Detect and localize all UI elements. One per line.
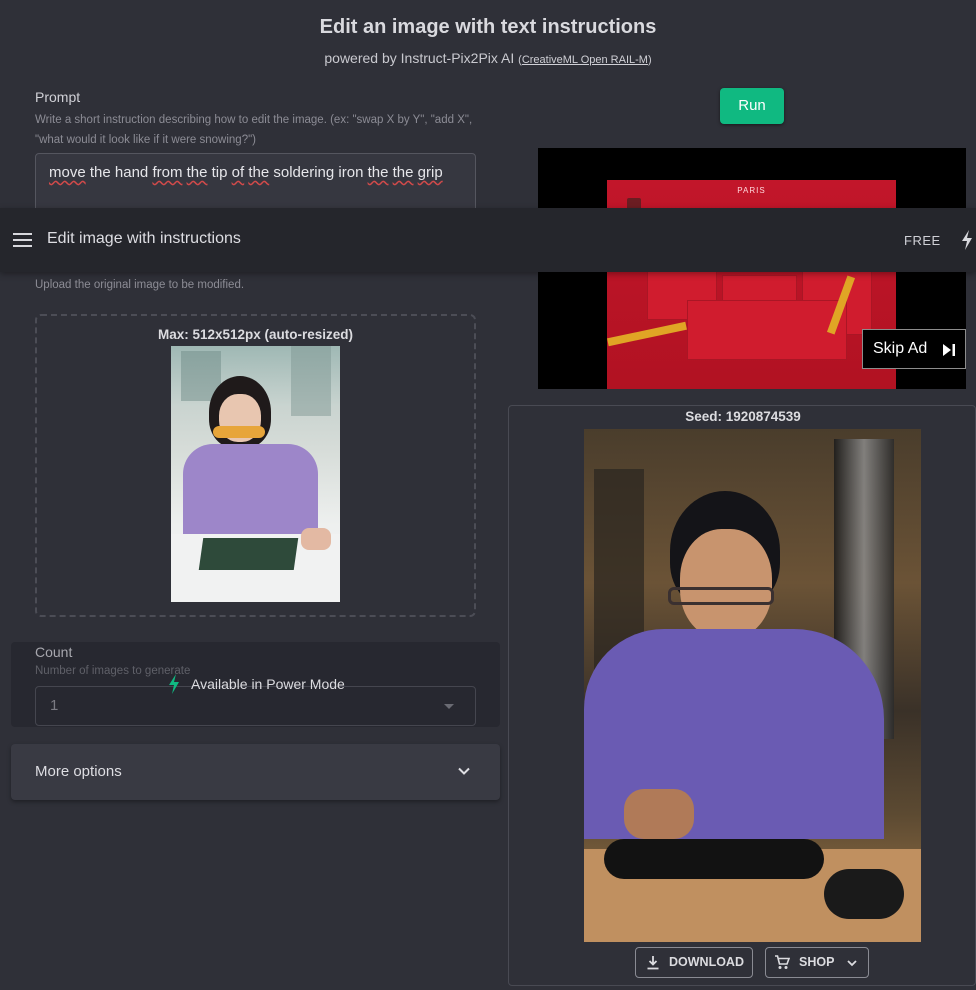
download-label: DOWNLOAD <box>669 955 744 969</box>
power-mode-text: Available in Power Mode <box>191 676 345 692</box>
license-wrapper: (CreativeML Open RAIL-M) <box>518 54 652 66</box>
chevron-down-icon[interactable] <box>846 957 858 969</box>
ad-brand-text: PARIS <box>737 186 766 195</box>
plan-badge[interactable]: FREE <box>904 233 941 248</box>
page-title: Edit an image with text instructions <box>319 16 657 38</box>
skip-ad-button[interactable]: Skip Ad <box>862 329 966 369</box>
hamburger-menu-icon[interactable] <box>13 233 32 247</box>
seed-label: Seed: 1920874539 <box>685 409 801 424</box>
prompt-word: iron <box>338 164 364 181</box>
count-select: 1 <box>35 686 476 726</box>
count-label: Count <box>35 644 73 660</box>
prompt-word: grip <box>417 164 443 181</box>
prompt-word: from <box>152 164 183 181</box>
prompt-word: soldering <box>273 164 335 181</box>
prompt-word: the <box>248 164 270 181</box>
cart-icon <box>775 955 790 969</box>
shop-button[interactable]: SHOP <box>765 947 869 978</box>
nav-title: Edit image with instructions <box>47 230 241 247</box>
prompt-word: the <box>367 164 389 181</box>
prompt-word: tip <box>211 164 228 181</box>
top-navbar: Edit image with instructions FREE <box>0 208 976 272</box>
upload-help-text: Upload the original image to be modified… <box>35 279 245 291</box>
subtitle-text: powered by Instruct-Pix2Pix AI <box>324 50 515 66</box>
prompt-word: the <box>89 164 111 181</box>
license-link[interactable]: CreativeML Open RAIL-M <box>522 54 648 66</box>
prompt-word: hand <box>114 164 149 181</box>
shop-label: SHOP <box>799 955 835 969</box>
lightning-bolt-icon <box>169 674 179 694</box>
count-panel: Count Number of images to generate 1 Ava… <box>11 642 500 727</box>
skip-next-icon <box>943 344 955 356</box>
more-options-label: More options <box>35 763 122 780</box>
download-button[interactable]: DOWNLOAD <box>635 947 753 978</box>
prompt-label: Prompt <box>35 89 81 105</box>
prompt-word: the <box>392 164 414 181</box>
prompt-word: move <box>49 164 86 181</box>
prompt-help-text: Write a short instruction describing how… <box>35 114 473 146</box>
dropdown-caret-icon <box>444 704 454 709</box>
run-button[interactable]: Run <box>720 88 784 124</box>
ad-gift-box <box>687 300 847 360</box>
result-panel: Seed: 1920874539 DOWNLOAD SHOP <box>508 405 976 986</box>
prompt-text: move the hand from the tip of the solder… <box>49 164 443 181</box>
prompt-word: of <box>231 164 245 181</box>
download-icon <box>647 956 659 970</box>
lightning-bolt-icon[interactable] <box>960 230 974 250</box>
more-options-accordion[interactable]: More options <box>11 744 500 800</box>
prompt-textarea[interactable]: move the hand from the tip of the solder… <box>35 153 476 213</box>
result-image <box>584 429 921 942</box>
uploaded-image <box>171 346 340 602</box>
ad-ribbon <box>607 321 687 347</box>
chevron-down-icon <box>458 767 470 775</box>
image-dropzone[interactable]: Max: 512x512px (auto-resized) <box>35 314 476 617</box>
count-value: 1 <box>50 697 59 714</box>
prompt-word: the <box>186 164 208 181</box>
upload-size-hint: Max: 512x512px (auto-resized) <box>157 327 354 342</box>
page-subtitle: powered by Instruct-Pix2Pix AI (Creative… <box>0 50 976 66</box>
